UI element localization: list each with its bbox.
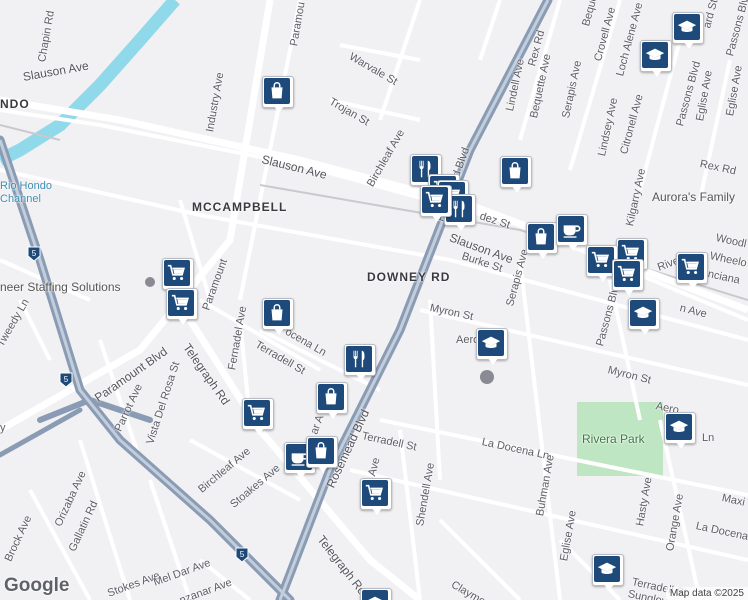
shopping-cart-icon	[168, 290, 194, 316]
shopping-cart-icon	[164, 260, 190, 286]
school-icon	[674, 14, 700, 40]
shopping-cart-icon	[362, 480, 388, 506]
shopping-bag-marker[interactable]	[500, 156, 532, 196]
google-logo: Google	[4, 575, 70, 596]
shopping-cart-icon	[244, 400, 270, 426]
school-marker[interactable]	[672, 12, 704, 52]
label-rivera-park: Rivera Park	[582, 432, 645, 446]
school-marker[interactable]	[664, 412, 696, 452]
shopping-bag-marker[interactable]	[306, 436, 338, 476]
label-downey-rd: DOWNEY RD	[367, 270, 451, 284]
school-marker[interactable]	[640, 40, 672, 80]
label-aurora: Aurora's Family	[652, 190, 735, 204]
shopping-bag-icon	[502, 158, 528, 184]
map-canvas[interactable]: 5 5 5 Slauson Ave Chapin Rd NDO Industry…	[0, 0, 748, 600]
svg-text:5: 5	[64, 375, 69, 384]
coffee-icon	[558, 216, 584, 242]
shopping-bag-icon	[308, 438, 334, 464]
school-icon	[478, 330, 504, 356]
shopping-cart-marker[interactable]	[612, 259, 644, 299]
label-staffing: neer Staffing Solutions	[0, 280, 121, 294]
shopping-bag-icon	[528, 224, 554, 250]
restaurant-marker[interactable]	[344, 344, 376, 384]
shopping-bag-icon	[318, 384, 344, 410]
label-rio-hondo-1: Rio Hondo	[0, 180, 52, 192]
svg-text:5: 5	[240, 550, 245, 559]
label-ndo: NDO	[0, 97, 30, 111]
shopping-cart-marker[interactable]	[420, 185, 452, 225]
shopping-cart-marker[interactable]	[676, 252, 708, 292]
shopping-cart-icon	[614, 261, 640, 287]
shopping-cart-icon	[422, 187, 448, 213]
label-ln: Ln	[702, 432, 715, 444]
school-marker[interactable]	[592, 554, 624, 594]
school-marker[interactable]	[628, 298, 660, 338]
shopping-bag-marker[interactable]	[262, 76, 294, 116]
shopping-bag-icon	[264, 78, 290, 104]
shopping-bag-marker[interactable]	[262, 298, 294, 338]
svg-text:5: 5	[32, 249, 37, 258]
label-mccampbell: MCCAMPBELL	[192, 200, 288, 214]
school-icon	[630, 300, 656, 326]
shopping-cart-icon	[588, 247, 614, 273]
shopping-cart-marker[interactable]	[242, 398, 274, 438]
school-icon	[362, 590, 388, 600]
shopping-bag-marker[interactable]	[316, 382, 348, 422]
school-marker[interactable]	[360, 588, 392, 600]
map-attribution[interactable]: Map data ©2025	[665, 587, 748, 600]
restaurant-icon	[346, 346, 372, 372]
label-rio-hondo-2: Channel	[0, 193, 41, 205]
shopping-bag-marker[interactable]	[526, 222, 558, 262]
school-icon	[666, 414, 692, 440]
school-marker[interactable]	[476, 328, 508, 368]
school-icon	[594, 556, 620, 582]
shopping-cart-marker[interactable]	[360, 478, 392, 518]
school-icon	[642, 42, 668, 68]
shopping-cart-marker[interactable]	[166, 288, 198, 328]
shopping-bag-icon	[264, 300, 290, 326]
shopping-cart-icon	[678, 254, 704, 280]
coffee-marker[interactable]	[556, 214, 588, 254]
label-y: y	[0, 422, 6, 434]
